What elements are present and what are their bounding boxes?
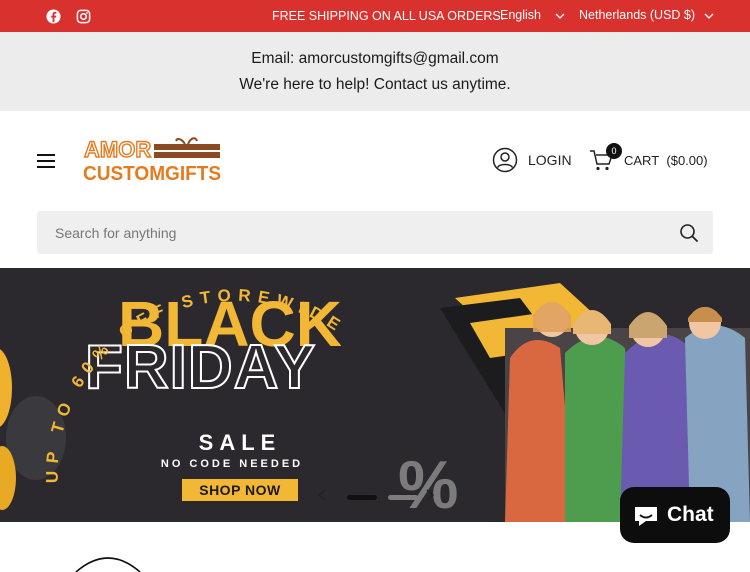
cart-count-badge: 0 [606, 143, 622, 159]
currency-selector[interactable]: Netherlands (USD $) [579, 8, 695, 22]
cart-label: CART ($0.00) [624, 153, 708, 168]
logo-amor: AMOR [84, 137, 151, 162]
black-friday-banner-art: % BLACK FRIDAY UP TO 60% OFF STOREWIDE S… [0, 268, 750, 522]
language-selector[interactable]: English [500, 8, 541, 22]
search-input[interactable] [37, 211, 667, 254]
site-header: AMOR CUSTOMGIFTS LOGIN 0 CART ($0.00) [0, 111, 750, 268]
shop-now-button[interactable]: SHOP NOW [182, 479, 298, 501]
slider-prev-icon[interactable] [316, 488, 328, 502]
cart-total: ($0.00) [666, 153, 708, 168]
slider-next-icon[interactable] [424, 488, 436, 502]
login-link[interactable]: LOGIN [492, 147, 572, 173]
instagram-icon[interactable] [75, 8, 91, 24]
contact-notice: Email: amorcustomgifts@gmail.com We're h… [0, 32, 750, 111]
chevron-down-icon [555, 13, 565, 19]
chat-label: Chat [667, 503, 714, 526]
search-bar [37, 211, 713, 254]
logo-customgifts: CUSTOMGIFTS [83, 163, 221, 185]
free-shipping-text: FREE SHIPPING ON ALL USA ORDERS. [272, 9, 505, 23]
contact-help-text: We're here to help! Contact us anytime. [239, 76, 511, 93]
percent-graphic: % [398, 447, 458, 522]
login-label: LOGIN [528, 152, 572, 168]
chat-button[interactable]: Chat [620, 487, 730, 543]
search-icon[interactable] [679, 223, 699, 243]
site-logo[interactable]: AMOR CUSTOMGIFTS [82, 133, 224, 185]
user-icon [492, 147, 518, 173]
slider-dot-active[interactable] [347, 495, 377, 500]
contact-email: Email: amorcustomgifts@gmail.com [251, 50, 499, 67]
chevron-down-icon [704, 13, 714, 19]
hero-banner[interactable]: % BLACK FRIDAY UP TO 60% OFF STOREWIDE S… [0, 268, 750, 522]
announcement-bar: FREE SHIPPING ON ALL USA ORDERS. English… [0, 0, 750, 32]
facebook-icon[interactable] [45, 8, 61, 24]
hero-no-code: NO CODE NEEDED [161, 458, 303, 470]
category-circle[interactable] [68, 552, 148, 572]
menu-icon[interactable] [37, 154, 55, 168]
slider-dot[interactable] [388, 495, 418, 500]
chat-bubble-icon [635, 507, 657, 526]
hero-sale: SALE [199, 430, 282, 455]
